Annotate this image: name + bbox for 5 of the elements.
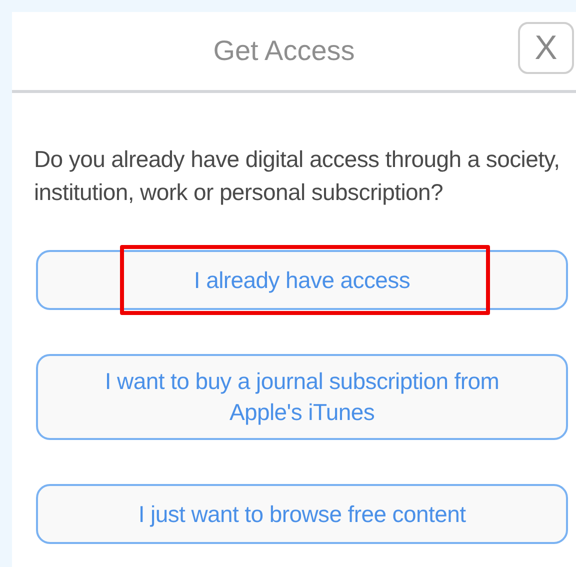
close-button[interactable]: X — [518, 22, 574, 74]
option-button[interactable]: I just want to browse free content — [36, 484, 568, 544]
question-text: Do you already have digital access through a society, institution, work or personal subscription? — [34, 145, 561, 207]
dialog-title: Get Access — [213, 35, 355, 67]
option-button[interactable]: I want to buy a journal subscription from Apple's iTunes — [36, 354, 568, 440]
